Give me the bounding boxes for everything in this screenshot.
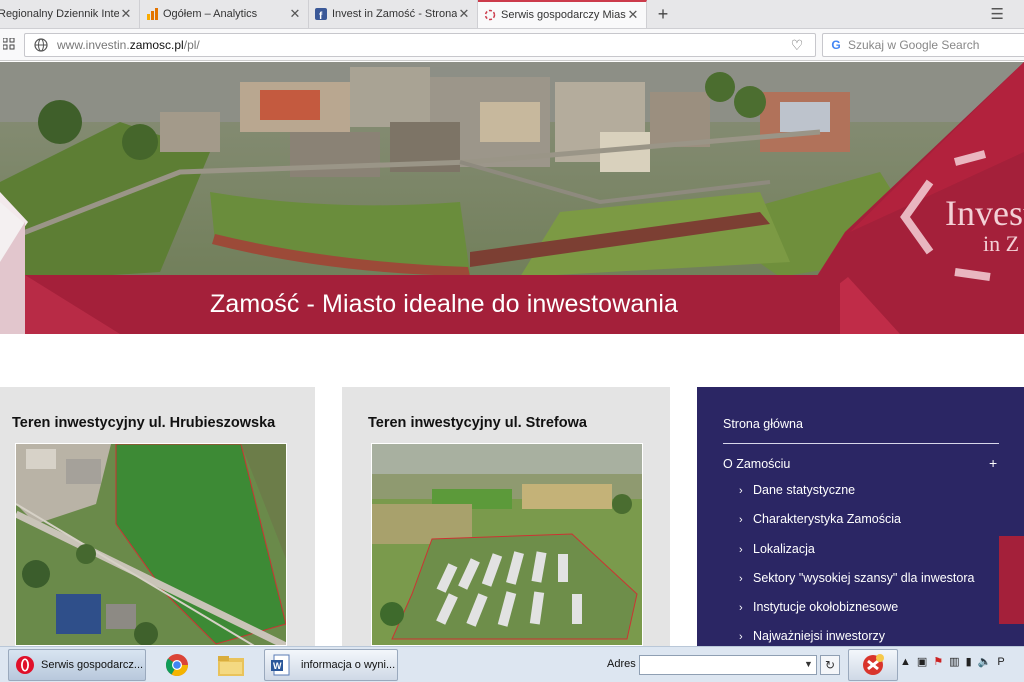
nav-item-institutions[interactable]: › Instytucje okołobiznesowe	[739, 600, 974, 629]
nav-submenu: › Dane statystyczne › Charakterystyka Zamo…	[739, 483, 974, 646]
taskbar-opera-button[interactable]: Serwis gospodarcz...	[8, 649, 146, 681]
nav-item-label: Lokalizacja	[753, 541, 815, 556]
nav-item-label: Instytucje okołobiznesowe	[753, 600, 899, 615]
address-toolbar-label: Adres	[607, 658, 636, 670]
nav-item-sectors[interactable]: › Sektory "wysokiej szansy" dla inwestora	[739, 571, 974, 600]
loading-icon	[484, 9, 496, 21]
url-text[interactable]: www.investin.zamosc.pl/pl/	[57, 38, 787, 52]
search-input[interactable]	[848, 38, 1018, 52]
web-page: Invest in Z Zamość - Miasto idealne do i…	[0, 62, 1024, 646]
card-photo[interactable]	[371, 443, 643, 646]
card-title[interactable]: Teren inwestycyjny ul. Hrubieszowska	[12, 415, 275, 431]
address-bar[interactable]: www.investin.zamosc.pl/pl/ ♡	[24, 33, 816, 57]
device-icon[interactable]: ▥	[949, 655, 959, 668]
expand-plus-icon[interactable]: +	[989, 455, 997, 471]
investment-card-hrubieszowska[interactable]: Teren inwestycyjny ul. Hrubieszowska	[0, 387, 315, 646]
chevron-right-icon: ›	[739, 631, 743, 644]
tab-title: Invest in Zamość - Strona	[332, 8, 457, 20]
url-path: /pl/	[183, 38, 200, 52]
logo-text: Invest	[945, 193, 1024, 233]
hero-banner: Invest in Z Zamość - Miasto idealne do i…	[0, 62, 1024, 334]
search-bar[interactable]: G	[822, 33, 1024, 57]
nav-item-location[interactable]: › Lokalizacja	[739, 542, 974, 571]
tab-facebook[interactable]: f Invest in Zamość - Strona ✕	[309, 0, 478, 28]
nav-item-investors[interactable]: › Najważniejsi inwestorzy	[739, 629, 974, 646]
chevron-right-icon: ›	[739, 514, 743, 527]
folder-icon[interactable]	[216, 651, 246, 679]
opera-icon	[16, 656, 34, 674]
nav-item-label: Najważniejsi inwestorzy	[753, 629, 885, 644]
tab-list-icon[interactable]: ☰	[991, 5, 1004, 23]
language-indicator[interactable]: P	[997, 656, 1004, 668]
close-icon[interactable]: ✕	[288, 6, 302, 22]
new-tab-button[interactable]: +	[647, 0, 679, 28]
chevron-right-icon: ›	[739, 572, 743, 585]
grid-icon[interactable]	[3, 38, 15, 50]
chevron-right-icon: ›	[739, 485, 743, 497]
google-icon: G	[831, 38, 841, 52]
close-icon[interactable]: ✕	[457, 6, 471, 22]
chevron-right-icon: ›	[739, 602, 743, 615]
chevron-down-icon[interactable]: ▼	[804, 659, 813, 669]
chrome-icon[interactable]	[162, 651, 192, 679]
tab-title: Regionalny Dziennik Internetowy	[0, 8, 119, 20]
network-icon[interactable]: ▣	[917, 655, 927, 668]
card-title[interactable]: Teren inwestycyjny ul. Strefowa	[368, 415, 587, 431]
chevron-up-icon[interactable]: ▲	[900, 656, 911, 668]
svg-text:W: W	[273, 661, 282, 671]
facebook-icon: f	[315, 8, 327, 20]
tab-bar: Regionalny Dziennik Internetowy ✕ Ogółem…	[0, 0, 1024, 29]
hero-title: Zamość - Miasto idealne do inwestowania	[210, 290, 679, 318]
taskbar-label: informacja o wyni...	[301, 659, 396, 671]
globe-icon	[34, 38, 48, 52]
nav-item-label: Dane statystyczne	[753, 483, 856, 497]
nav-item-characteristics[interactable]: › Charakterystyka Zamościa	[739, 512, 974, 541]
side-navigation: Strona główna O Zamościu + › Dane statyst…	[697, 387, 1024, 646]
tab-regional-news[interactable]: Regionalny Dziennik Internetowy ✕	[0, 0, 140, 28]
nav-item-label: Sektory "wysokiej szansy" dla inwestora	[753, 570, 975, 585]
nav-divider	[723, 443, 999, 444]
flag-icon[interactable]: ⚑	[933, 655, 943, 668]
analytics-icon	[146, 8, 158, 20]
taskbar: Serwis gospodarcz... W informacja o wyni…	[0, 646, 1024, 682]
alert-app-icon	[863, 654, 884, 675]
nav-item-statistics[interactable]: › Dane statystyczne	[739, 483, 974, 512]
system-tray: ▲ ▣ ⚑ ▥ ▮ 🔈 P	[900, 655, 1005, 669]
navigation-bar: www.investin.zamosc.pl/pl/ ♡ G	[0, 29, 1024, 61]
speaker-icon[interactable]: 🔈	[978, 655, 992, 668]
tab-analytics[interactable]: Ogółem – Analytics ✕	[140, 0, 309, 28]
taskbar-label: Serwis gospodarcz...	[41, 659, 144, 671]
tab-title: Serwis gospodarczy Miasta	[501, 9, 626, 21]
url-domain: zamosc.pl	[129, 38, 184, 52]
refresh-icon[interactable]: ↻	[820, 655, 840, 675]
nav-about-link[interactable]: O Zamościu	[723, 457, 790, 471]
address-toolbar-input[interactable]	[639, 655, 817, 675]
side-tab-button[interactable]	[999, 536, 1024, 624]
close-icon[interactable]: ✕	[626, 7, 640, 23]
card-photo[interactable]	[15, 443, 287, 646]
close-icon[interactable]: ✕	[119, 6, 133, 22]
taskbar-word-button[interactable]: W informacja o wyni...	[264, 649, 398, 681]
tab-serwis-gospodarczy[interactable]: Serwis gospodarczy Miasta ✕	[478, 0, 647, 28]
taskbar-alert-button[interactable]	[848, 649, 898, 681]
nav-item-label: Charakterystyka Zamościa	[753, 512, 901, 527]
investment-card-strefowa[interactable]: Teren inwestycyjny ul. Strefowa	[342, 387, 670, 646]
battery-icon[interactable]: ▮	[966, 655, 972, 668]
nav-home-link[interactable]: Strona główna	[723, 417, 803, 431]
logo-text-2: in Z	[983, 231, 1019, 256]
url-prefix: www.investin.	[57, 38, 130, 52]
heart-icon[interactable]: ♡	[787, 37, 807, 54]
chevron-right-icon: ›	[739, 543, 743, 556]
word-icon: W	[271, 654, 290, 676]
tab-title: Ogółem – Analytics	[163, 8, 258, 20]
